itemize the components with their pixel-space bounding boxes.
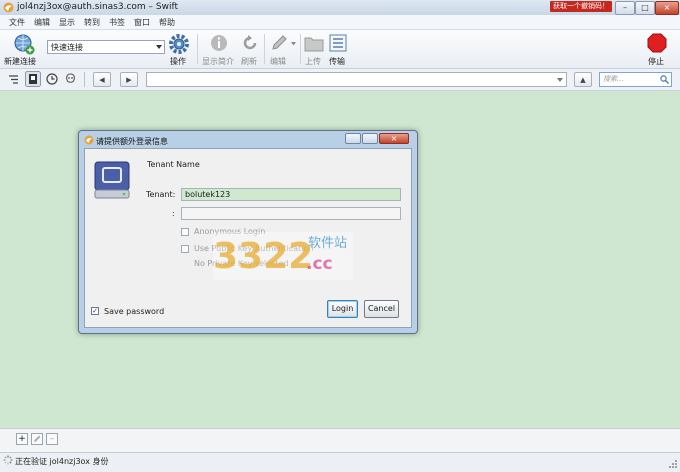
path-select[interactable] <box>146 72 567 87</box>
minimize-button[interactable]: – <box>615 1 635 15</box>
dialog-title: 请提供额外登录信息 <box>96 137 168 146</box>
info-icon <box>211 35 227 51</box>
status-text: 正在验证 jol4nzj3ox 身份 <box>15 457 109 466</box>
globe-plus-icon <box>14 34 35 55</box>
tenant-input[interactable]: bolutek123 <box>181 188 401 201</box>
outline-view-icon[interactable] <box>7 73 20 86</box>
menu-bar <box>0 15 680 30</box>
cancel-button[interactable]: Cancel <box>364 300 399 318</box>
dialog-close-button[interactable]: × <box>379 133 409 144</box>
new-connection-label: 新建连接 <box>4 57 36 66</box>
pencil-icon <box>272 35 287 50</box>
menu-window[interactable]: 窗口 <box>134 17 150 28</box>
forward-button[interactable]: ▶ <box>120 72 138 87</box>
transfers-button[interactable]: 传输 <box>327 31 351 67</box>
promo-button[interactable]: 获取一个撤销码！ <box>550 1 612 12</box>
new-connection-button[interactable]: 新建连接 <box>4 31 42 67</box>
back-button[interactable]: ◀ <box>93 72 111 87</box>
chevron-down-icon <box>156 45 162 49</box>
folder-upload-icon <box>304 37 324 52</box>
menu-help[interactable]: 帮助 <box>159 17 175 28</box>
dialog-app-icon <box>84 135 94 145</box>
transfers-list-icon <box>329 34 347 52</box>
password-label: : <box>172 209 175 218</box>
info-label: 显示简介 <box>202 57 234 66</box>
upload-label: 上传 <box>305 57 321 66</box>
bookmarks-view-icon[interactable] <box>25 71 41 87</box>
menu-edit[interactable]: 编辑 <box>34 17 50 28</box>
loading-spinner-icon <box>3 455 13 465</box>
remove-bookmark-button[interactable]: – <box>46 433 58 445</box>
search-placeholder: 搜索... <box>603 75 624 83</box>
save-password-checkbox[interactable]: ✓ <box>91 307 99 315</box>
add-bookmark-button[interactable]: + <box>16 433 28 445</box>
edit-button[interactable]: 编辑 <box>268 31 298 67</box>
maximize-button[interactable]: □ <box>635 1 655 15</box>
upload-button[interactable]: 上传 <box>303 31 325 67</box>
info-button[interactable]: 显示简介 <box>202 31 236 67</box>
refresh-label: 刷新 <box>241 57 257 66</box>
menu-view[interactable]: 显示 <box>59 17 75 28</box>
search-icon <box>660 75 669 84</box>
chevron-down-icon <box>557 78 563 82</box>
watermark-text: 软件站 <box>308 236 348 251</box>
toolbar-separator <box>264 34 265 64</box>
refresh-button[interactable]: 刷新 <box>239 31 261 67</box>
dialog-maximize-button[interactable] <box>362 133 378 144</box>
nav-separator <box>84 72 85 87</box>
action-label: 操作 <box>170 57 186 66</box>
bonjour-icon[interactable] <box>64 72 77 85</box>
login-button[interactable]: Login <box>327 300 358 318</box>
bottom-bar <box>0 428 680 453</box>
history-clock-icon[interactable] <box>46 73 58 85</box>
quick-connect-select[interactable]: 快速连接 <box>47 40 165 54</box>
resize-grip-icon[interactable] <box>668 459 678 469</box>
parent-directory-button[interactable]: ▲ <box>574 72 592 87</box>
quick-connect-value: 快速连接 <box>51 43 83 52</box>
chevron-down-icon <box>291 42 296 46</box>
dialog-heading: Tenant Name <box>147 160 200 169</box>
dialog-minimize-button[interactable] <box>345 133 361 144</box>
watermark-number: 3322 <box>213 236 314 277</box>
watermark-domain: .cc <box>306 254 333 274</box>
action-button[interactable]: 操作 <box>166 31 192 67</box>
window-title: jol4nzj3ox@auth.sinas3.com – Swift <box>17 2 178 12</box>
toolbar-separator <box>300 34 301 64</box>
public-key-checkbox[interactable] <box>181 245 189 253</box>
toolbar-separator <box>197 34 198 64</box>
menu-go[interactable]: 转到 <box>84 17 100 28</box>
watermark: 3322 .cc 软件站 <box>213 232 353 280</box>
stop-button[interactable]: 停止 <box>644 31 670 67</box>
edit-bookmark-pencil-icon[interactable] <box>31 433 43 445</box>
tenant-label: Tenant: <box>146 190 176 199</box>
menu-file[interactable]: 文件 <box>9 17 25 28</box>
swift-app-icon <box>3 2 14 13</box>
stop-icon <box>647 33 667 53</box>
close-button[interactable]: × <box>655 1 679 15</box>
search-input[interactable]: 搜索... <box>599 72 672 87</box>
edit-label: 编辑 <box>270 57 286 66</box>
refresh-icon <box>243 35 257 50</box>
gear-icon <box>169 34 189 54</box>
menu-bookmarks[interactable]: 书签 <box>109 17 125 28</box>
password-input[interactable] <box>181 207 401 220</box>
stop-label: 停止 <box>648 57 664 66</box>
save-password-label: Save password <box>104 307 165 316</box>
anonymous-login-checkbox[interactable] <box>181 228 189 236</box>
server-drive-icon <box>94 161 130 199</box>
transfers-label: 传输 <box>329 57 345 66</box>
